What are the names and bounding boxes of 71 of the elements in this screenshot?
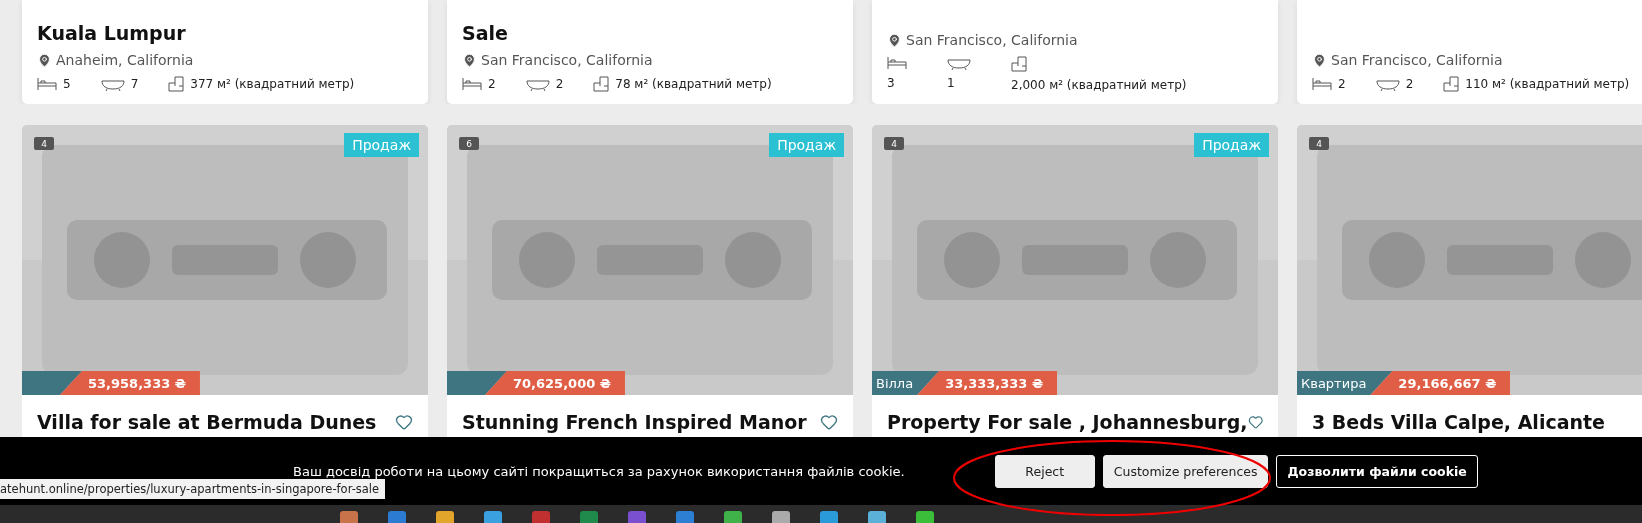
app-icon[interactable]	[532, 511, 550, 523]
price-tag: 53,958,333 ₴	[60, 371, 200, 395]
bathroom-count: 2	[555, 77, 564, 91]
bed-icon	[1312, 77, 1332, 91]
floor-plan-icon	[168, 76, 185, 92]
status-badge: Продаж	[769, 133, 844, 157]
app-icon[interactable]	[772, 511, 790, 523]
property-location: San Francisco, California	[481, 52, 653, 68]
app-icon[interactable]	[340, 511, 358, 523]
property-title[interactable]: Sale	[462, 22, 838, 44]
property-location: San Francisco, California	[1331, 52, 1503, 68]
photo-count: 4	[34, 137, 54, 150]
property-location: San Francisco, California	[906, 32, 1078, 48]
bedroom-count: 2	[1338, 77, 1346, 91]
heart-icon[interactable]	[1247, 413, 1263, 431]
photo-count: 4	[884, 137, 904, 150]
photo-count: 4	[1309, 137, 1329, 150]
price-tag: 70,625,000 ₴	[485, 371, 625, 395]
app-icon[interactable]	[820, 511, 838, 523]
bedroom-count: 3	[887, 76, 895, 90]
bed-icon	[462, 77, 482, 91]
app-icon[interactable]	[388, 511, 406, 523]
location-pin-icon	[1312, 52, 1327, 68]
cookie-button[interactable]: Reject	[994, 454, 1095, 488]
app-icon[interactable]	[868, 511, 886, 523]
area-size: 78 м² (квадратний метр)	[615, 77, 772, 91]
status-url: atehunt.online/properties/luxury-apartments-in-singapore-for-sale	[0, 479, 386, 499]
bathtub-icon	[1375, 77, 1400, 91]
property-title[interactable]: 3 Beds Villa Calpe, Alicante	[1312, 411, 1605, 433]
heart-icon[interactable]	[395, 413, 413, 431]
property-title[interactable]: Stunning French Inspired Manor	[462, 411, 807, 433]
status-badge: Продаж	[1194, 133, 1269, 157]
property-title[interactable]: Property For sale , Johannesburg,	[887, 411, 1248, 433]
bathtub-icon	[100, 77, 125, 91]
app-icon[interactable]	[916, 511, 934, 523]
app-icon[interactable]	[484, 511, 502, 523]
price-tag: 29,166,667 ₴	[1370, 371, 1511, 395]
area-size: 2,000 м² (квадратний метр)	[1011, 78, 1187, 92]
bed-icon	[887, 56, 907, 70]
area-size: 110 м² (квадратний метр)	[1465, 77, 1630, 91]
price-tag: 33,333,333 ₴	[917, 371, 1058, 395]
app-icon[interactable]	[436, 511, 454, 523]
property-title[interactable]: Villa for sale at Bermuda Dunes	[37, 411, 377, 433]
bathroom-count: 7	[130, 77, 139, 91]
bathroom-count: 1	[947, 76, 955, 90]
app-icon[interactable]	[676, 511, 694, 523]
floor-plan-icon	[1443, 76, 1460, 92]
property-location: Anaheim, California	[56, 52, 194, 68]
location-pin-icon	[37, 52, 52, 68]
heart-icon[interactable]	[820, 413, 838, 431]
cookie-button[interactable]: Дозволити файли cookie	[1276, 454, 1478, 488]
property-title[interactable]: Kuala Lumpur	[37, 22, 413, 44]
location-pin-icon	[462, 52, 477, 68]
location-pin-icon	[887, 32, 902, 48]
floor-plan-icon	[593, 76, 610, 92]
status-badge: Продаж	[344, 133, 419, 157]
bathtub-icon	[947, 56, 971, 70]
cookie-message: Ваш досвід роботи на цьому сайті покращиться за рахунок використання файлів cookie.	[293, 463, 905, 479]
bedroom-count: 2	[488, 77, 496, 91]
app-icon[interactable]	[724, 511, 742, 523]
bathroom-count: 2	[1405, 77, 1414, 91]
cookie-button[interactable]: Customize preferences	[1102, 454, 1269, 488]
bathtub-icon	[525, 77, 550, 91]
floor-plan-icon	[1011, 56, 1027, 72]
bedroom-count: 5	[63, 77, 71, 91]
bed-icon	[37, 77, 57, 91]
property-type-tag: Квартира	[1297, 371, 1393, 395]
area-size: 377 м² (квадратний метр)	[190, 77, 355, 91]
app-icon[interactable]	[580, 511, 598, 523]
photo-count: 6	[459, 137, 479, 150]
app-icon[interactable]	[628, 511, 646, 523]
